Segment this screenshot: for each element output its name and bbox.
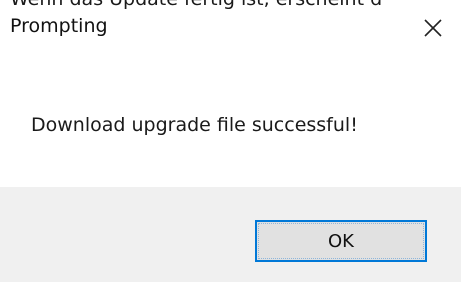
dialog-message: Download upgrade file successful!	[31, 114, 358, 136]
dialog-title-bar: Prompting	[0, 10, 461, 52]
ok-button[interactable]: OK	[255, 220, 427, 262]
close-icon	[424, 19, 442, 37]
ok-button-label: OK	[328, 230, 354, 252]
dialog-footer: OK	[0, 187, 461, 282]
close-button[interactable]	[419, 14, 447, 42]
background-caption-text: Wenn das Update fertig ist, erscheint d	[10, 0, 382, 10]
dialog-title: Prompting	[10, 15, 108, 37]
